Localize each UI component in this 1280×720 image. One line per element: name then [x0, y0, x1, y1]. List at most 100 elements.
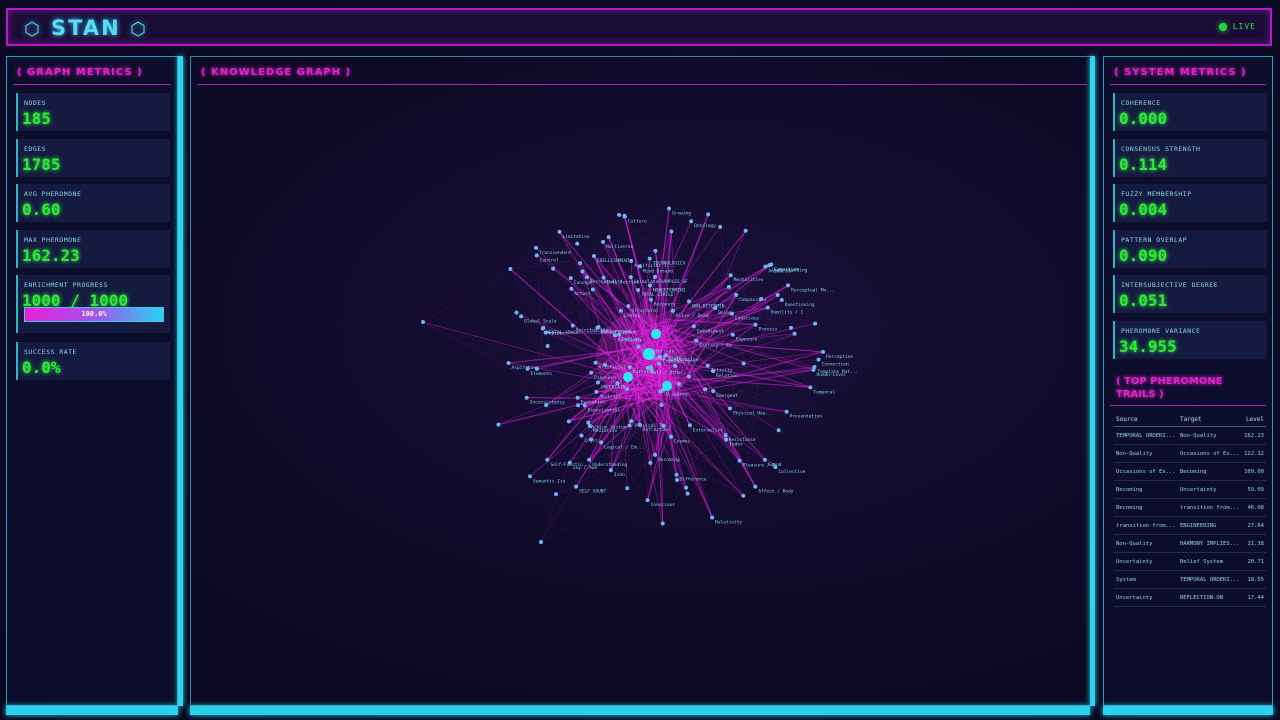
graph-node[interactable]: [603, 362, 608, 367]
graph-node[interactable]: [601, 239, 606, 244]
graph-node[interactable]: [653, 248, 658, 253]
graph-node[interactable]: [816, 357, 821, 362]
graph-node[interactable]: [590, 287, 595, 292]
left-scrollbar[interactable]: [178, 56, 183, 706]
graph-node[interactable]: [519, 314, 524, 319]
graph-node[interactable]: [606, 235, 611, 240]
graph-node[interactable]: [534, 253, 539, 258]
graph-node[interactable]: [687, 423, 692, 428]
graph-node[interactable]: [594, 389, 599, 394]
graph-node[interactable]: [727, 406, 732, 411]
center-scrollbar[interactable]: [1090, 56, 1095, 706]
graph-hub-node[interactable]: [623, 372, 633, 382]
graph-node[interactable]: [730, 332, 735, 337]
graph-node[interactable]: [718, 224, 723, 229]
graph-node[interactable]: [813, 321, 818, 326]
graph-node[interactable]: [545, 457, 550, 462]
graph-node[interactable]: [625, 386, 630, 391]
graph-node[interactable]: [534, 366, 539, 371]
graph-node[interactable]: [617, 332, 622, 337]
graph-node[interactable]: [684, 485, 689, 490]
graph-node[interactable]: [557, 229, 562, 234]
graph-node[interactable]: [737, 458, 742, 463]
knowledge-graph-canvas[interactable]: Template Pat...Physical Ta...Artificial …: [191, 57, 1093, 705]
graph-node[interactable]: [584, 275, 589, 280]
graph-node[interactable]: [627, 423, 632, 428]
graph-node[interactable]: [587, 423, 592, 428]
graph-node[interactable]: [659, 402, 664, 407]
graph-node[interactable]: [544, 403, 549, 408]
graph-node[interactable]: [618, 308, 623, 313]
graph-node[interactable]: [776, 428, 781, 433]
graph-node[interactable]: [636, 344, 641, 349]
graph-node[interactable]: [626, 303, 631, 308]
graph-node[interactable]: [670, 308, 675, 313]
graph-node[interactable]: [539, 540, 543, 544]
graph-node[interactable]: [629, 258, 634, 263]
graph-node[interactable]: [673, 363, 678, 368]
graph-node[interactable]: [608, 468, 613, 473]
graph-node[interactable]: [762, 457, 767, 462]
graph-node[interactable]: [769, 262, 774, 267]
graph-node[interactable]: [506, 361, 511, 366]
graph-node[interactable]: [694, 338, 699, 343]
graph-hub-node[interactable]: [662, 381, 672, 391]
graph-node[interactable]: [775, 293, 780, 298]
graph-node[interactable]: [686, 299, 691, 304]
graph-node[interactable]: [649, 365, 654, 370]
graph-node[interactable]: [808, 385, 813, 390]
graph-node[interactable]: [508, 266, 513, 271]
graph-node[interactable]: [691, 324, 696, 329]
graph-node[interactable]: [786, 283, 791, 288]
graph-node[interactable]: [728, 273, 733, 278]
graph-node[interactable]: [421, 320, 425, 324]
graph-node[interactable]: [617, 212, 622, 217]
graph-node[interactable]: [647, 283, 652, 288]
graph-node[interactable]: [710, 515, 715, 520]
graph-node[interactable]: [596, 380, 601, 385]
graph-node[interactable]: [734, 292, 739, 297]
graph-node[interactable]: [578, 261, 583, 266]
graph-node[interactable]: [636, 288, 641, 293]
graph-node[interactable]: [627, 365, 632, 370]
graph-node[interactable]: [575, 241, 580, 246]
graph-node[interactable]: [675, 477, 680, 482]
graph-node[interactable]: [821, 349, 826, 354]
graph-node[interactable]: [569, 286, 574, 291]
graph-node[interactable]: [541, 326, 546, 331]
graph-node[interactable]: [579, 433, 584, 438]
graph-node[interactable]: [543, 330, 548, 335]
graph-node[interactable]: [763, 264, 768, 269]
graph-node[interactable]: [528, 474, 533, 479]
graph-node[interactable]: [625, 486, 630, 491]
graph-node[interactable]: [545, 343, 550, 348]
graph-node[interactable]: [661, 423, 666, 428]
graph-node[interactable]: [784, 409, 789, 414]
graph-node[interactable]: [726, 284, 731, 289]
graph-node[interactable]: [645, 498, 650, 503]
graph-node[interactable]: [657, 361, 662, 366]
graph-node[interactable]: [582, 403, 587, 408]
graph-node[interactable]: [575, 395, 580, 400]
graph-node[interactable]: [574, 484, 579, 489]
graph-node[interactable]: [593, 360, 598, 365]
graph-node[interactable]: [711, 389, 716, 394]
graph-node[interactable]: [647, 256, 652, 261]
graph-node[interactable]: [811, 367, 816, 372]
graph-node[interactable]: [685, 491, 690, 496]
graph-node[interactable]: [741, 493, 746, 498]
graph-node[interactable]: [514, 310, 519, 315]
graph-node[interactable]: [599, 440, 604, 445]
graph-node[interactable]: [648, 460, 653, 465]
graph-node[interactable]: [628, 275, 633, 280]
graph-node[interactable]: [741, 361, 746, 366]
graph-node[interactable]: [705, 363, 710, 368]
graph-node[interactable]: [792, 331, 797, 336]
graph-node[interactable]: [567, 460, 572, 465]
graph-node[interactable]: [551, 266, 556, 271]
graph-node[interactable]: [587, 457, 592, 462]
graph-node[interactable]: [576, 403, 581, 408]
graph-node[interactable]: [589, 370, 594, 375]
graph-node[interactable]: [765, 305, 770, 310]
graph-node[interactable]: [637, 264, 642, 269]
